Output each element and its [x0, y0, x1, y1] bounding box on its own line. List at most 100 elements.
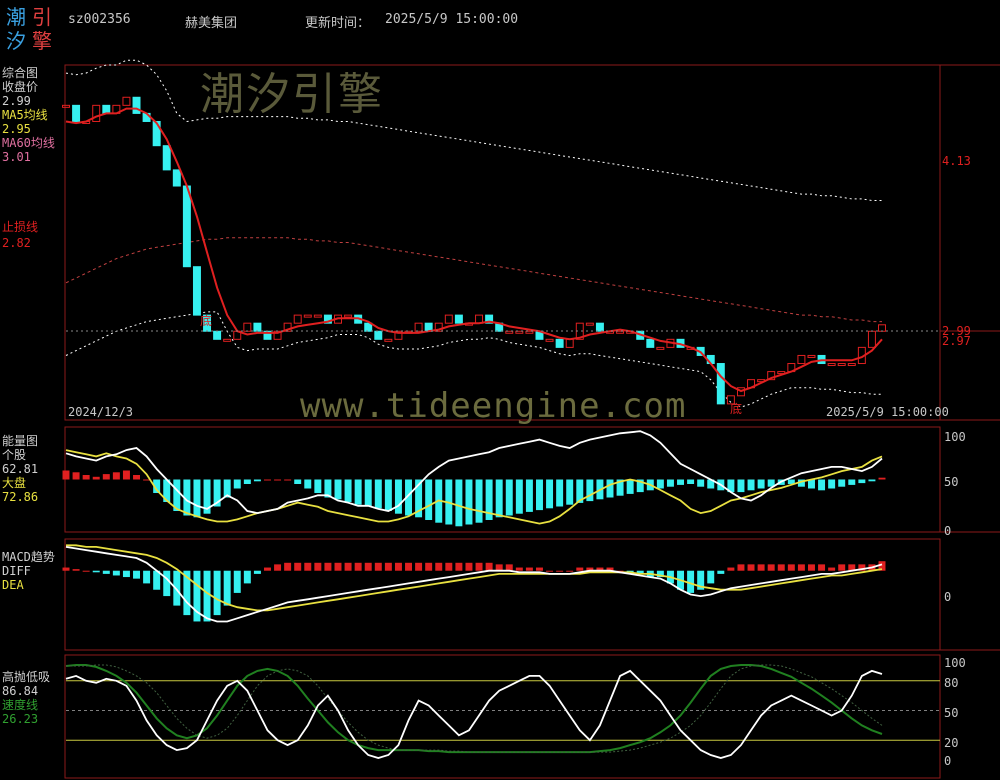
macd-title: MACD趋势: [2, 550, 55, 564]
energy-bar: [656, 479, 664, 489]
energy-bar: [505, 479, 513, 516]
macd-bar: [767, 564, 775, 571]
candle-bar: [293, 314, 302, 324]
macd-bar: [213, 570, 221, 616]
candle-bar: [122, 96, 131, 106]
market-value: 72.86: [2, 490, 39, 504]
energy-bar: [556, 479, 564, 507]
candle-bar: [182, 185, 191, 268]
tick-main-3: 2.97: [942, 334, 971, 348]
hilo-title: 高抛低吸: [2, 670, 51, 684]
energy-bar: [697, 479, 705, 487]
speed-value: 26.23: [2, 712, 39, 726]
energy-bar: [737, 479, 745, 493]
macd-bar: [717, 570, 725, 574]
candle-bar: [545, 338, 554, 342]
energy-bar: [465, 479, 473, 525]
speed-shadow-line: [66, 664, 883, 753]
macd-bar: [435, 562, 443, 571]
stock-line: [65, 430, 883, 515]
energy-bar: [535, 479, 543, 511]
candle-bar: [585, 322, 594, 326]
candle-bar: [646, 338, 655, 348]
energy-bar: [112, 472, 120, 480]
energy-bar: [233, 479, 241, 489]
macd-bar: [374, 562, 382, 571]
candle-bar: [837, 363, 846, 367]
macd-bar: [324, 562, 332, 571]
candle-bar: [384, 338, 393, 342]
energy-bar: [666, 479, 674, 487]
candle-bar: [102, 104, 111, 114]
macd-bar: [233, 570, 241, 593]
hilo-panel: [65, 664, 940, 759]
macd-bar: [263, 567, 271, 571]
energy-title: 能量图: [2, 434, 39, 448]
energy-legend: 能量图 个股 62.81 大盘 72.86: [2, 434, 38, 504]
energy-bar: [687, 479, 695, 484]
stop-value: 2.82: [2, 236, 31, 250]
energy-bar: [828, 479, 836, 489]
candle-bar: [595, 322, 604, 332]
energy-bar: [92, 476, 100, 480]
energy-bar: [868, 479, 876, 482]
candle-bar: [797, 354, 806, 365]
energy-bar: [586, 479, 594, 502]
energy-bar: [566, 479, 574, 505]
watermark-url: www.tideengine.com: [300, 386, 687, 426]
macd-bar: [364, 562, 372, 571]
macd-bar: [294, 562, 302, 571]
upper-band: [65, 59, 882, 201]
candle-bar: [192, 266, 201, 316]
candle-bar: [243, 322, 252, 332]
tick-energy-100: 100: [944, 430, 966, 444]
candle-bar: [72, 104, 81, 122]
macd-legend: MACD趋势 DIFF DEA: [2, 550, 55, 592]
candle-bar: [807, 354, 816, 358]
macd-bar: [838, 564, 846, 571]
energy-bar: [294, 479, 302, 484]
main-legend: 综合图 收盘价 2.99 MA5均线 2.95 MA60均线 3.01: [2, 66, 55, 164]
energy-bar: [304, 479, 312, 489]
energy-bar: [284, 479, 292, 481]
macd-bar: [777, 564, 785, 571]
candle-bar: [505, 330, 514, 334]
energy-bar: [495, 479, 503, 518]
candle-bar: [303, 314, 312, 318]
tick-main-1: 4.13: [942, 154, 971, 168]
macd-bar: [505, 564, 513, 571]
ma5-value: 2.95: [2, 122, 31, 136]
panel-frame-4: [64, 654, 941, 779]
watermark-brand: 潮汐引擎: [200, 69, 384, 120]
market-label: 大盘: [2, 476, 27, 490]
candle-bar: [374, 330, 383, 340]
energy-bar: [82, 475, 90, 480]
macd-panel: [62, 544, 886, 623]
candle-bar: [565, 338, 574, 348]
macd-bar: [425, 562, 433, 571]
energy-bar: [354, 479, 362, 505]
energy-bar: [314, 479, 322, 493]
candle-bar: [444, 314, 453, 324]
energy-bar: [606, 479, 614, 498]
candle-bar: [878, 324, 886, 332]
tick-hilo-0: 0: [944, 754, 952, 768]
candle-bar: [62, 104, 70, 108]
candle-bar: [172, 169, 181, 187]
dea-label: DEA: [2, 578, 24, 592]
macd-bar: [394, 562, 402, 571]
macd-bar: [546, 570, 554, 572]
stop-label: 止损线: [2, 220, 39, 234]
macd-bar: [344, 562, 352, 571]
ma60-value: 3.01: [2, 150, 31, 164]
bottom-mark-1: 底: [200, 314, 213, 328]
energy-bar: [858, 479, 866, 484]
macd-bar: [122, 570, 130, 578]
energy-bar: [455, 479, 463, 527]
macd-bar: [112, 570, 120, 576]
energy-bar: [253, 479, 261, 482]
candle-bar: [253, 322, 262, 332]
macd-bar: [797, 564, 805, 571]
macd-bar: [737, 564, 745, 571]
tick-macd-0: 0: [944, 590, 952, 604]
